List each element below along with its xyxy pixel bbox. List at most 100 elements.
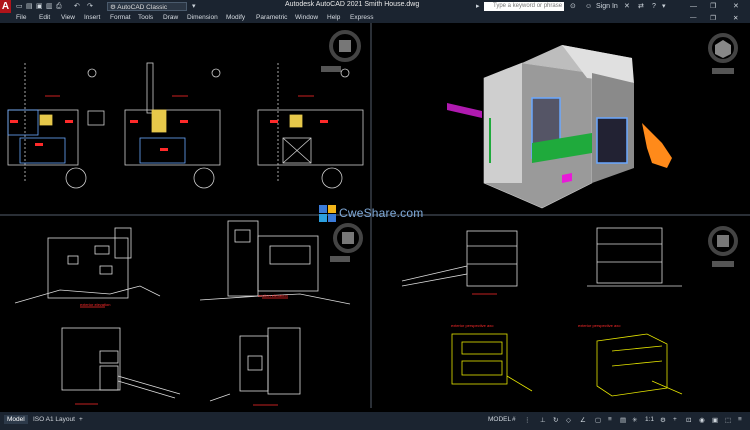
- menu-draw[interactable]: Draw: [163, 14, 178, 21]
- floor-plan-1: [7, 63, 105, 189]
- menu-edit[interactable]: Edit: [39, 14, 50, 21]
- menu-dimension[interactable]: Dimension: [187, 14, 218, 21]
- isometric-model: [447, 33, 738, 209]
- print-icon[interactable]: ⎙: [56, 2, 62, 11]
- menu-format[interactable]: Format: [110, 14, 131, 21]
- polar-icon[interactable]: ↻: [553, 416, 558, 424]
- customize-menu-icon[interactable]: ≡: [738, 416, 742, 423]
- snap-icon[interactable]: ⋮: [524, 416, 531, 424]
- binoculars-icon[interactable]: ⊙: [570, 2, 576, 11]
- menu-help[interactable]: Help: [327, 14, 340, 21]
- scale-value[interactable]: 1:1: [645, 416, 654, 423]
- isodraft-icon[interactable]: ◇: [566, 416, 571, 424]
- viewcube: [708, 226, 738, 256]
- elevation-3: [61, 327, 181, 399]
- search-input[interactable]: Type a keyword or phrase: [484, 2, 564, 11]
- drawing-restore-icon[interactable]: ❐: [710, 14, 716, 22]
- viewport-top-right[interactable]: [372, 23, 750, 214]
- tab-model[interactable]: Model: [4, 415, 28, 424]
- new-file-icon[interactable]: ▭: [16, 2, 23, 11]
- tab-iso-a1-layout[interactable]: ISO A1 Layout: [30, 415, 78, 424]
- transparency-icon[interactable]: ▤: [620, 416, 626, 424]
- menu-express[interactable]: Express: [350, 14, 373, 21]
- watermark-logo-icon: [319, 205, 336, 222]
- window-title: Autodesk AutoCAD 2021 Smith House.dwg: [285, 1, 420, 8]
- viewcube: [333, 223, 363, 253]
- elevation-2: [199, 220, 351, 305]
- menu-modify[interactable]: Modify: [226, 14, 245, 21]
- elevation-label-right: section elevation: [258, 293, 288, 298]
- open-folder-icon[interactable]: ▤: [26, 2, 33, 11]
- elevation-4: [209, 327, 301, 402]
- perspective-2: [596, 333, 683, 397]
- elevation-label-left: exterior elevation: [80, 302, 111, 307]
- section-1: [401, 230, 518, 295]
- menu-bar: File Edit View Insert Format Tools Draw …: [0, 13, 750, 23]
- title-bar: A ▭ ▤ ▣ ▥ ⎙ ↶ ↷ ⚙ AutoCAD Classic ▾ Auto…: [0, 0, 750, 13]
- customize-toolbar-icon[interactable]: ▾: [192, 2, 196, 11]
- isolate-icon[interactable]: ◉: [699, 416, 705, 424]
- drawing-close-icon[interactable]: ✕: [733, 14, 738, 22]
- elevations-drawing: [14, 220, 363, 406]
- autodesk-app-icon[interactable]: ✕: [624, 2, 630, 11]
- units-icon[interactable]: ⊡: [686, 416, 691, 424]
- redo-icon[interactable]: ↷: [87, 2, 93, 11]
- viewport-top-left[interactable]: [0, 23, 370, 214]
- workspace-dropdown[interactable]: ⚙ AutoCAD Classic: [107, 2, 187, 11]
- restore-icon[interactable]: ❐: [710, 2, 716, 11]
- help-icon[interactable]: ?: [652, 2, 656, 11]
- wcs-menu: [330, 256, 350, 262]
- viewport-bottom-left[interactable]: [0, 216, 370, 408]
- watermark: CweShare.com: [317, 203, 435, 225]
- viewcube: [329, 30, 361, 62]
- exchange-icon[interactable]: ⇄: [638, 2, 644, 11]
- sections-perspectives-drawing: [401, 226, 738, 397]
- lineweight-icon[interactable]: ≡: [608, 416, 612, 423]
- floor-plan-2: [124, 62, 221, 189]
- autocad-logo[interactable]: A: [0, 0, 11, 13]
- floor-plan-3: [257, 63, 364, 189]
- help-dropdown-icon[interactable]: ▾: [662, 2, 666, 11]
- menu-window[interactable]: Window: [295, 14, 318, 21]
- drawing-minimize-icon[interactable]: —: [690, 14, 697, 21]
- menu-insert[interactable]: Insert: [84, 14, 100, 21]
- model-space-button[interactable]: MODEL: [488, 416, 511, 423]
- plus-icon[interactable]: +: [673, 416, 677, 423]
- ortho-icon[interactable]: ⊥: [540, 416, 546, 424]
- menu-file[interactable]: File: [16, 14, 26, 21]
- workspace-name: AutoCAD Classic: [117, 4, 168, 11]
- perspective-label-right: exterior perspective axo: [578, 323, 621, 328]
- osnap-icon[interactable]: ▢: [595, 416, 601, 424]
- wcs-menu: [321, 66, 341, 72]
- watermark-text: CweShare.com: [339, 206, 424, 220]
- annotation-icon[interactable]: ✳: [632, 416, 637, 424]
- menu-view[interactable]: View: [61, 14, 75, 21]
- close-icon[interactable]: ✕: [733, 2, 739, 11]
- wcs-menu: [712, 68, 734, 74]
- floor-plans-drawing: [7, 30, 364, 189]
- menu-tools[interactable]: Tools: [138, 14, 153, 21]
- perspective-1: [451, 333, 533, 392]
- user-icon[interactable]: ☺: [585, 2, 592, 11]
- add-layout-button[interactable]: +: [76, 415, 86, 424]
- arrow-right-icon[interactable]: ▸: [476, 2, 480, 11]
- minimize-icon[interactable]: —: [690, 2, 697, 11]
- viewport-bottom-right[interactable]: [372, 216, 750, 408]
- settings-gear-icon[interactable]: ⚙: [660, 416, 666, 424]
- elevation-1: [14, 227, 161, 304]
- object-track-icon[interactable]: ∠: [580, 416, 586, 424]
- menu-parametric[interactable]: Parametric: [256, 14, 287, 21]
- viewcube: [708, 33, 738, 63]
- save-icon[interactable]: ▣: [36, 2, 43, 11]
- sign-in-link[interactable]: Sign In: [596, 2, 618, 11]
- save-as-icon[interactable]: ▥: [46, 2, 53, 11]
- section-2: [587, 227, 682, 287]
- clean-screen-icon[interactable]: ⬚: [725, 416, 731, 424]
- status-bar: Model ISO A1 Layout + MODEL # ⋮ ⊥ ↻ ◇ ∠ …: [0, 412, 750, 430]
- grid-icon[interactable]: #: [512, 416, 516, 423]
- perspective-label-left: exterior perspective axo: [451, 323, 494, 328]
- undo-icon[interactable]: ↶: [74, 2, 80, 11]
- wcs-menu: [712, 261, 734, 267]
- search-placeholder: Type a keyword or phrase: [493, 3, 563, 9]
- hardware-icon[interactable]: ▣: [712, 416, 718, 424]
